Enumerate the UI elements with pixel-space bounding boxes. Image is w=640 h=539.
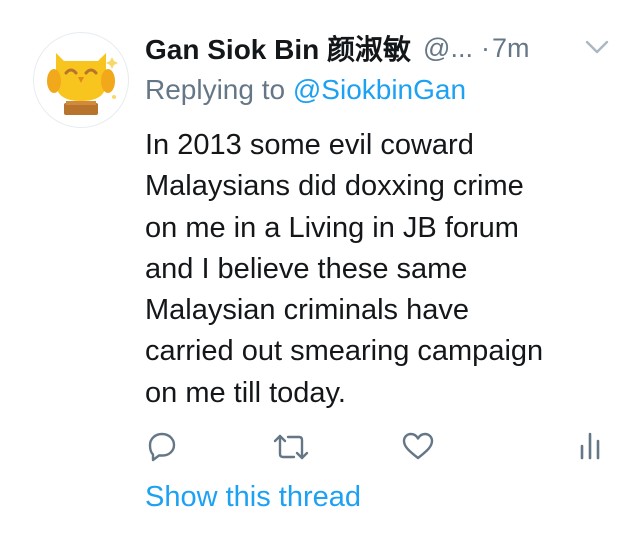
author-handle[interactable]: @... (423, 33, 473, 64)
replying-prefix: Replying to (145, 74, 286, 105)
tweet-header: Gan Siok Bin 颜淑敏 @... · 7m (145, 28, 625, 68)
chevron-down-icon[interactable] (584, 38, 610, 56)
owl-trophy-icon (47, 53, 118, 115)
tweet-text: In 2013 some evil coward Malaysians did … (145, 125, 625, 414)
timestamp[interactable]: 7m (492, 33, 530, 64)
tweet-text-line: Malaysian criminals have (145, 294, 469, 327)
tweet-text-line: on me in a Living in JB forum (145, 211, 519, 244)
tweet-text-line: on me till today. (145, 376, 346, 409)
heart-icon[interactable] (401, 431, 435, 466)
retweet-icon[interactable] (272, 432, 310, 467)
author-name[interactable]: Gan Siok Bin 颜淑敏 (145, 28, 411, 68)
analytics-icon[interactable] (577, 428, 603, 467)
tweet-text-line: and I believe these same (145, 252, 468, 285)
tweet-text-line: carried out smearing campaign (145, 335, 544, 368)
tweet-text-line: Malaysians did doxxing crime (145, 170, 524, 203)
replying-to: Replying to @SiokbinGan (145, 74, 466, 106)
replying-to-handle[interactable]: @SiokbinGan (293, 74, 466, 105)
reply-icon[interactable] (146, 430, 178, 467)
separator-dot: · (480, 32, 490, 63)
avatar[interactable] (33, 32, 129, 128)
tweet-text-line: In 2013 some evil coward (145, 129, 474, 161)
show-thread-link[interactable]: Show this thread (145, 481, 361, 514)
